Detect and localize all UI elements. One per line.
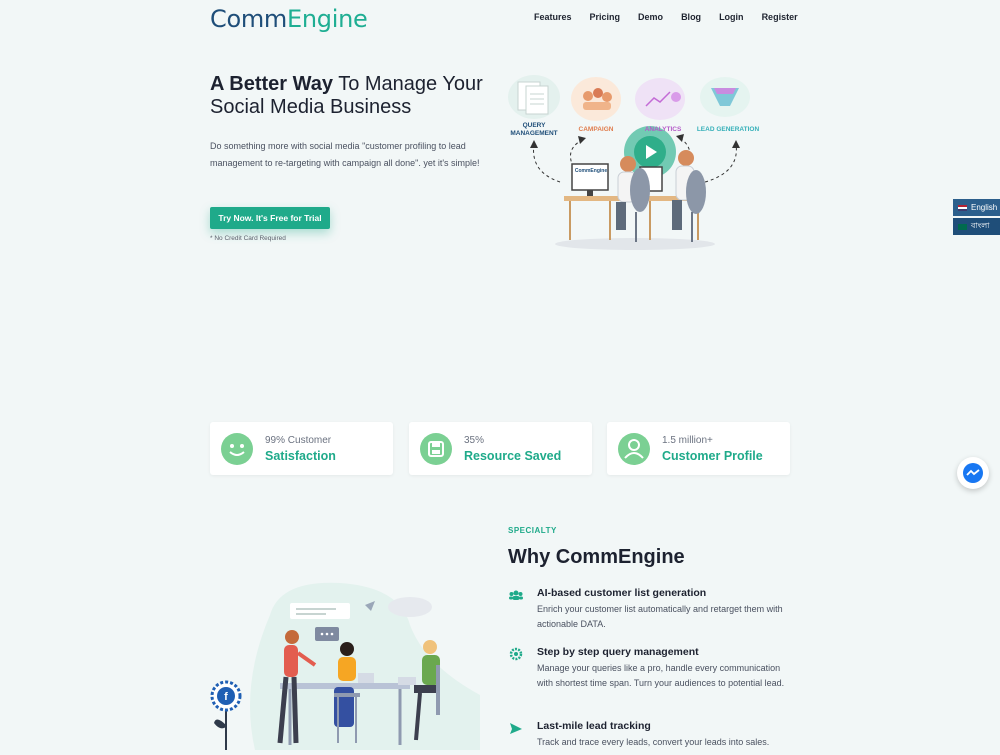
svg-text:f: f bbox=[224, 691, 228, 703]
hero-illustration: QUERY MANAGEMENT CAMPAIGN ANALYTICS LEAD… bbox=[500, 72, 770, 257]
nav-login[interactable]: Login bbox=[719, 12, 744, 22]
language-label-english: English bbox=[971, 203, 998, 212]
nav-blog[interactable]: Blog bbox=[681, 12, 701, 22]
cta-note: * No Credit Card Required bbox=[210, 235, 286, 242]
nav-features[interactable]: Features bbox=[534, 12, 572, 22]
stat-label: Resource Saved bbox=[464, 449, 562, 463]
hero-title-bold: A Better Way bbox=[210, 73, 333, 95]
feature-title: Last-mile lead tracking bbox=[537, 720, 651, 732]
language-switcher: English বাংলা bbox=[953, 199, 1000, 237]
logo-text-engine: Engine bbox=[287, 5, 368, 33]
nav-pricing[interactable]: Pricing bbox=[590, 12, 621, 22]
feature-title: Step by step query management bbox=[537, 646, 699, 658]
stat-label: Satisfaction bbox=[265, 449, 336, 463]
messenger-icon bbox=[963, 463, 983, 483]
feature-description: Manage your queries like a pro, handle e… bbox=[537, 663, 785, 688]
language-label-bangla: বাংলা bbox=[971, 221, 990, 230]
bd-flag-icon bbox=[958, 223, 967, 230]
stat-number: 99% Customer bbox=[265, 435, 332, 446]
stat-number: 1.5 million+ bbox=[662, 435, 713, 446]
us-flag-icon bbox=[958, 204, 967, 211]
logo[interactable]: CommEngine bbox=[210, 5, 368, 33]
screen-logo: CommEngine bbox=[574, 168, 608, 174]
user-icon bbox=[618, 433, 650, 465]
logo-text-comm: Comm bbox=[210, 5, 287, 33]
stat-card-profile: 1.5 million+ Customer Profile bbox=[607, 422, 790, 475]
label-analytics: ANALYTICS bbox=[644, 126, 682, 133]
stat-label: Customer Profile bbox=[662, 449, 763, 463]
label-query-management: QUERY MANAGEMENT bbox=[510, 122, 558, 137]
smiley-icon bbox=[221, 433, 253, 465]
hero-illustration-art bbox=[508, 75, 750, 250]
feature-description: Track and trace every leads, convert you… bbox=[537, 737, 770, 747]
try-now-button[interactable]: Try Now. It's Free for Trial bbox=[210, 207, 330, 229]
feature-description: Enrich your customer list automatically … bbox=[537, 604, 783, 629]
label-campaign: CAMPAIGN bbox=[578, 126, 614, 133]
language-option-english[interactable]: English bbox=[953, 199, 1000, 216]
section-title: Why CommEngine bbox=[508, 546, 685, 568]
send-icon bbox=[510, 723, 522, 734]
feature-title: AI-based customer list generation bbox=[537, 587, 707, 599]
team-illustration: f bbox=[210, 575, 490, 750]
team-illustration-art: f bbox=[210, 582, 480, 750]
gear-icon bbox=[509, 647, 523, 661]
messenger-chat-button[interactable] bbox=[957, 457, 989, 489]
stat-card-satisfaction: 99% Customer Satisfaction bbox=[210, 422, 393, 475]
section-eyebrow: SPECIALTY bbox=[508, 526, 557, 535]
language-option-bangla[interactable]: বাংলা bbox=[953, 218, 1000, 235]
save-icon bbox=[420, 433, 452, 465]
stat-number: 35% bbox=[464, 435, 485, 446]
users-icon bbox=[509, 590, 523, 600]
stat-card-resource: 35% Resource Saved bbox=[409, 422, 592, 475]
hero-title: A Better Way To Manage Your Social Media… bbox=[210, 73, 510, 119]
nav-demo[interactable]: Demo bbox=[638, 12, 663, 22]
hero-description: Do something more with social media "cus… bbox=[210, 141, 480, 168]
label-lead-generation: LEAD GENERATION bbox=[696, 126, 760, 133]
main-nav: Features Pricing Demo Blog Login Registe… bbox=[534, 12, 816, 22]
nav-register[interactable]: Register bbox=[762, 12, 798, 22]
